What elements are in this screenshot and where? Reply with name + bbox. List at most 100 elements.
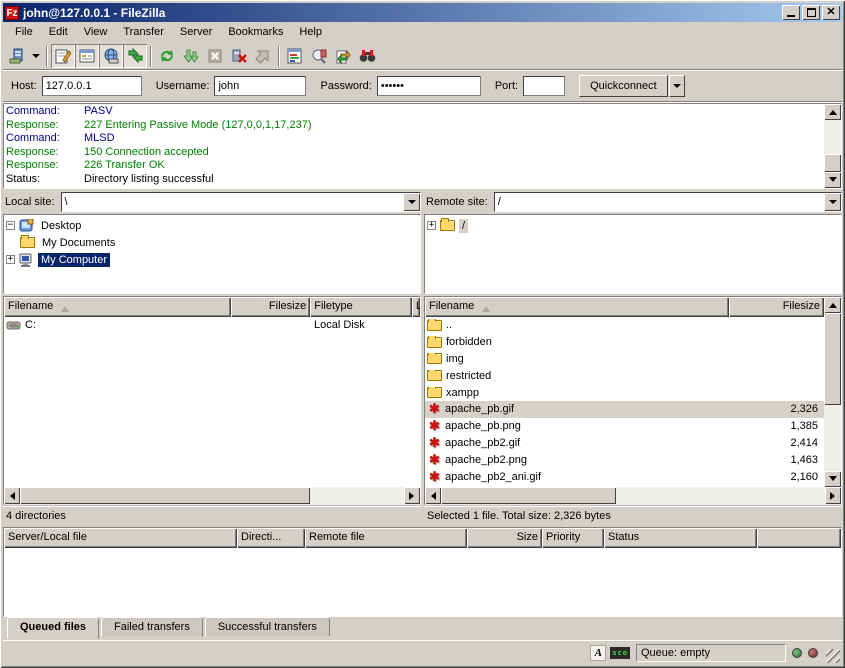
toggle-queue-button[interactable] (123, 44, 147, 68)
synchronized-browsing-button[interactable] (331, 44, 355, 68)
tree-item-root[interactable]: / (427, 217, 839, 234)
expand-icon[interactable] (427, 221, 436, 230)
log-scrollbar[interactable] (824, 104, 841, 188)
scroll-thumb[interactable] (824, 154, 841, 172)
menu-help[interactable]: Help (291, 24, 330, 40)
file-row[interactable]: apache_pb2.png1,463 (425, 451, 824, 468)
column-header-direction[interactable]: Directi... (237, 528, 305, 548)
tree-item-label[interactable]: My Computer (38, 253, 110, 267)
folder-row[interactable]: forbidden (425, 334, 824, 351)
scroll-thumb[interactable] (20, 487, 310, 504)
column-label: Directi... (241, 531, 281, 548)
file-row[interactable]: apache_pb.png1,385 (425, 418, 824, 435)
collapse-icon[interactable] (6, 221, 15, 230)
filter-button[interactable] (283, 44, 307, 68)
title-bar[interactable]: Fz john@127.0.0.1 - FileZilla ✕ (3, 3, 842, 22)
remote-site-combobox[interactable]: / (494, 192, 842, 212)
disconnect-button[interactable] (227, 44, 251, 68)
file-row-c-drive[interactable]: C: Local Disk (4, 317, 420, 334)
scroll-down-button[interactable] (824, 172, 841, 188)
column-header-filesize[interactable]: Filesize (231, 297, 310, 317)
process-queue-button[interactable] (179, 44, 203, 68)
tab-failed-transfers[interactable]: Failed transfers (101, 617, 203, 637)
column-header-status[interactable]: Status (604, 528, 757, 548)
close-button[interactable]: ✕ (822, 5, 840, 20)
tab-successful-transfers[interactable]: Successful transfers (205, 617, 330, 637)
folder-row[interactable]: .. (425, 317, 824, 334)
folder-name: xampp (446, 387, 479, 399)
remote-horizontal-scrollbar[interactable] (425, 487, 841, 504)
folder-row[interactable]: img (425, 351, 824, 368)
tree-item-my-documents[interactable]: My Documents (6, 234, 418, 251)
host-input[interactable] (42, 76, 142, 96)
column-header-lastmodified[interactable]: L (412, 297, 420, 317)
column-header-size[interactable]: Size (467, 528, 542, 548)
menu-bookmarks[interactable]: Bookmarks (220, 24, 291, 40)
local-site-dropdown[interactable] (403, 193, 420, 211)
minimize-button[interactable] (782, 5, 800, 20)
menu-view[interactable]: View (76, 24, 116, 40)
menu-transfer[interactable]: Transfer (115, 24, 172, 40)
cancel-button[interactable] (203, 44, 227, 68)
column-header-filesize[interactable]: Filesize (729, 297, 824, 317)
drive-icon (6, 319, 22, 331)
scroll-thumb[interactable] (824, 313, 841, 405)
port-input[interactable] (523, 76, 565, 96)
maximize-button[interactable] (802, 5, 820, 20)
scroll-left-button[interactable] (4, 487, 20, 504)
scroll-up-button[interactable] (824, 297, 841, 313)
file-row[interactable]: apache_pb2_ani.gif2,160 (425, 468, 824, 485)
menu-file[interactable]: File (7, 24, 41, 40)
scroll-left-button[interactable] (425, 487, 441, 504)
tree-item-label[interactable]: / (459, 219, 468, 233)
quickconnect-button[interactable]: Quickconnect (579, 75, 668, 97)
scroll-track[interactable] (824, 405, 841, 471)
file-row[interactable]: apache_pb2.gif2,414 (425, 435, 824, 452)
toggle-message-log-button[interactable] (51, 44, 75, 68)
local-horizontal-scrollbar[interactable] (4, 487, 420, 504)
menu-edit[interactable]: Edit (41, 24, 76, 40)
column-header-local-file[interactable]: Server/Local file (4, 528, 237, 548)
scroll-track[interactable] (616, 487, 825, 504)
password-input[interactable] (377, 76, 481, 96)
site-manager-dropdown[interactable] (29, 44, 43, 68)
refresh-button[interactable] (155, 44, 179, 68)
expand-icon[interactable] (6, 255, 15, 264)
local-site-combobox[interactable]: \ (61, 192, 421, 212)
scroll-track[interactable] (824, 120, 841, 154)
scroll-track[interactable] (310, 487, 404, 504)
column-header-remote-file[interactable]: Remote file (305, 528, 467, 548)
column-header-filename[interactable]: Filename (4, 297, 231, 317)
username-input[interactable] (214, 76, 306, 96)
directory-comparison-button[interactable] (307, 44, 331, 68)
scroll-down-button[interactable] (824, 471, 841, 487)
remote-site-dropdown[interactable] (824, 193, 841, 211)
column-header-priority[interactable]: Priority (542, 528, 604, 548)
site-manager-button[interactable] (5, 44, 29, 68)
scroll-right-button[interactable] (404, 487, 420, 504)
file-row-selected[interactable]: apache_pb.gif2,326 (425, 401, 824, 418)
scroll-right-button[interactable] (825, 487, 841, 504)
find-files-button[interactable] (355, 44, 379, 68)
toggle-remote-tree-button[interactable] (99, 44, 123, 68)
reconnect-button[interactable] (251, 44, 275, 68)
resize-grip[interactable] (826, 649, 840, 663)
folder-row[interactable]: xampp (425, 384, 824, 401)
queue-body[interactable] (4, 548, 841, 616)
tab-queued-files[interactable]: Queued files (7, 617, 99, 639)
tree-item-label[interactable]: Desktop (38, 219, 84, 233)
remote-vertical-scrollbar[interactable] (824, 297, 841, 487)
toggle-local-tree-button[interactable] (75, 44, 99, 68)
folder-row[interactable]: restricted (425, 367, 824, 384)
menu-server[interactable]: Server (172, 24, 220, 40)
host-label: Host: (11, 80, 37, 92)
tree-item-my-computer[interactable]: My Computer (6, 251, 418, 268)
tree-item-desktop[interactable]: Desktop (6, 217, 418, 234)
column-header-filetype[interactable]: Filetype (310, 297, 412, 317)
quickconnect-dropdown[interactable] (669, 75, 685, 97)
scroll-up-button[interactable] (824, 104, 841, 120)
column-header-filename[interactable]: Filename (425, 297, 729, 317)
tree-item-label[interactable]: My Documents (39, 236, 118, 250)
scroll-thumb[interactable] (441, 487, 616, 504)
file-name: apache_pb.png (445, 420, 521, 432)
